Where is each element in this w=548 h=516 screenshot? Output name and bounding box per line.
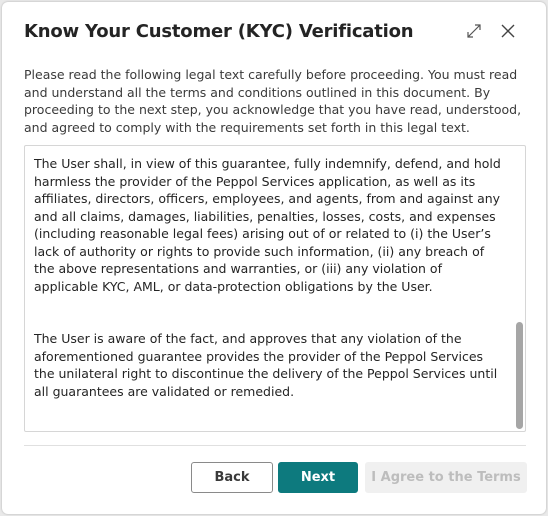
- intro-text: Please read the following legal text car…: [24, 67, 522, 135]
- next-button[interactable]: Next: [278, 462, 358, 493]
- legal-paragraph: The User is aware of the fact, and appro…: [34, 331, 498, 399]
- close-icon[interactable]: [498, 21, 518, 41]
- agree-button[interactable]: I Agree to the Terms: [365, 462, 527, 493]
- kyc-dialog: Know Your Customer (KYC) Verification Pl…: [2, 2, 546, 514]
- footer-divider: [24, 445, 526, 446]
- dialog-title: Know Your Customer (KYC) Verification: [24, 21, 414, 42]
- back-button[interactable]: Back: [191, 462, 273, 493]
- legal-text-scroll-area[interactable]: The User shall, in view of this guarante…: [24, 145, 526, 432]
- scrollbar-thumb[interactable]: [516, 322, 523, 429]
- legal-text: The User shall, in view of this guarante…: [34, 155, 504, 431]
- scrollbar-track[interactable]: [516, 148, 523, 429]
- expand-icon[interactable]: [464, 21, 484, 41]
- legal-paragraph: The User shall, in view of this guarante…: [34, 156, 501, 294]
